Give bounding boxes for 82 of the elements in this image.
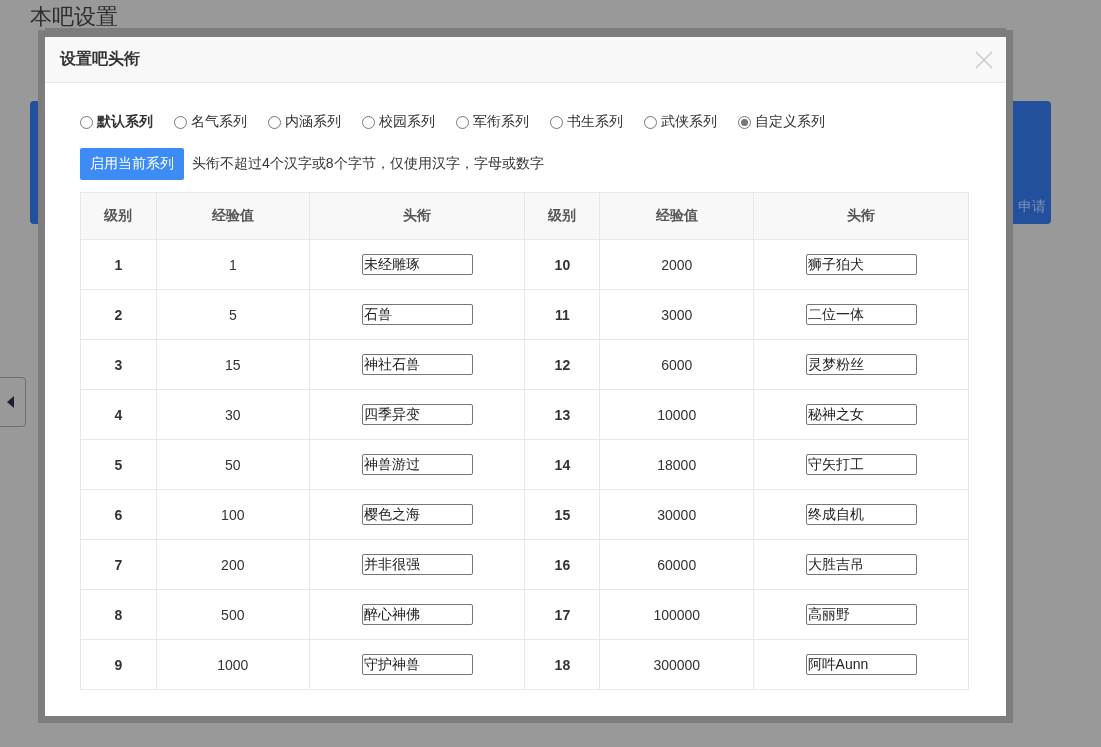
title-input[interactable]: 阿吽Aunn — [805, 654, 917, 675]
column-header: 级别 — [80, 192, 157, 240]
level-cell: 12 — [524, 339, 600, 390]
exp-cell: 500 — [156, 589, 310, 640]
exp-cell: 50 — [156, 439, 310, 490]
exp-cell: 5 — [156, 289, 310, 340]
level-cell: 10 — [524, 239, 600, 290]
level-cell: 18 — [524, 639, 600, 690]
radio-button[interactable] — [550, 115, 563, 129]
title-input[interactable]: 神兽游过 — [361, 454, 473, 475]
radio-button[interactable] — [80, 115, 93, 129]
exp-cell: 15 — [156, 339, 310, 390]
level-cell: 14 — [524, 439, 600, 490]
exp-cell: 300000 — [599, 639, 754, 690]
exp-cell: 10000 — [599, 389, 754, 440]
level-cell: 13 — [524, 389, 600, 440]
caret-left-icon — [6, 396, 14, 408]
radio-button[interactable] — [738, 115, 751, 129]
radio-label[interactable]: 军衔系列 — [473, 113, 529, 131]
radio-label[interactable]: 校园系列 — [379, 113, 435, 131]
title-input[interactable]: 二位一体 — [805, 304, 917, 325]
title-input[interactable]: 大胜吉吊 — [805, 554, 917, 575]
radio-button[interactable] — [456, 115, 469, 129]
radio-label[interactable]: 自定义系列 — [755, 113, 825, 131]
radio-label[interactable]: 内涵系列 — [285, 113, 341, 131]
radio-button[interactable] — [174, 115, 187, 129]
dialog-title: 设置吧头衔 — [60, 49, 140, 69]
level-cell: 15 — [524, 489, 600, 540]
title-input[interactable]: 守矢打工 — [805, 454, 917, 475]
level-cell: 6 — [80, 489, 157, 540]
title-input[interactable]: 醉心神佛 — [361, 604, 473, 625]
exp-cell: 1 — [156, 239, 310, 290]
level-cell: 3 — [80, 339, 157, 390]
title-input[interactable]: 狮子狛犬 — [805, 254, 917, 275]
radio-label[interactable]: 武侠系列 — [661, 113, 717, 131]
card-label: 申请 — [1018, 198, 1046, 216]
title-input[interactable]: 樱色之海 — [361, 504, 473, 525]
exp-cell: 1000 — [156, 639, 310, 690]
level-cell: 7 — [80, 539, 157, 590]
level-cell: 4 — [80, 389, 157, 440]
exp-cell: 30 — [156, 389, 310, 440]
title-input[interactable]: 终成自机 — [805, 504, 917, 525]
exp-cell: 18000 — [599, 439, 754, 490]
hint-text: 头衔不超过4个汉字或8个字节，仅使用汉字，字母或数字 — [192, 155, 544, 173]
exp-cell: 60000 — [599, 539, 754, 590]
radio-button[interactable] — [268, 115, 281, 129]
radio-button[interactable] — [644, 115, 657, 129]
radio-label[interactable]: 书生系列 — [567, 113, 623, 131]
level-cell: 11 — [524, 289, 600, 340]
title-input[interactable]: 石兽 — [361, 304, 473, 325]
page-title: 本吧设置 — [30, 3, 118, 31]
level-cell: 2 — [80, 289, 157, 340]
exp-cell: 100 — [156, 489, 310, 540]
level-cell: 9 — [80, 639, 157, 690]
exp-cell: 2000 — [599, 239, 754, 290]
radio-label[interactable]: 名气系列 — [191, 113, 247, 131]
level-cell: 5 — [80, 439, 157, 490]
title-input[interactable]: 秘神之女 — [805, 404, 917, 425]
level-cell: 8 — [80, 589, 157, 640]
exp-cell: 200 — [156, 539, 310, 590]
exp-cell: 30000 — [599, 489, 754, 540]
column-header: 级别 — [524, 192, 600, 240]
title-input[interactable]: 四季异变 — [361, 404, 473, 425]
exp-cell: 100000 — [599, 589, 754, 640]
column-header: 头衔 — [753, 192, 969, 240]
title-input[interactable]: 高丽野 — [805, 604, 917, 625]
title-input[interactable]: 守护神兽 — [361, 654, 473, 675]
side-toggle[interactable] — [0, 377, 26, 427]
exp-cell: 3000 — [599, 289, 754, 340]
title-input[interactable]: 神社石兽 — [361, 354, 473, 375]
column-header: 经验值 — [599, 192, 754, 240]
title-input[interactable]: 灵梦粉丝 — [805, 354, 917, 375]
column-header: 头衔 — [309, 192, 525, 240]
radio-button[interactable] — [362, 115, 375, 129]
radio-label[interactable]: 默认系列 — [97, 113, 153, 131]
level-cell: 17 — [524, 589, 600, 640]
exp-cell: 6000 — [599, 339, 754, 390]
title-input[interactable]: 未经雕琢 — [361, 254, 473, 275]
column-header: 经验值 — [156, 192, 310, 240]
title-input[interactable]: 并非很强 — [361, 554, 473, 575]
level-cell: 1 — [80, 239, 157, 290]
level-cell: 16 — [524, 539, 600, 590]
